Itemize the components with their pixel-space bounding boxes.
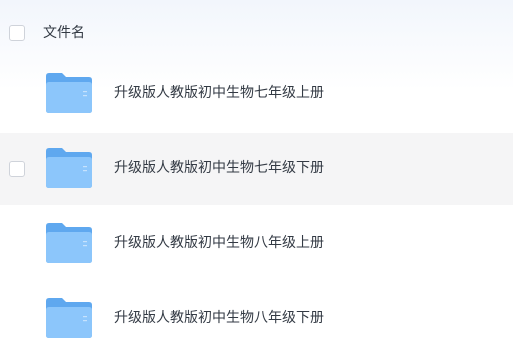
file-row[interactable]: 升级版人教版初中生物八年级上册 <box>0 208 513 280</box>
file-list: 文件名 升级版人教版初中生物七年级上册 升级版人教版初中生物七年级下册 升级版人… <box>0 0 513 358</box>
folder-icon <box>46 148 92 188</box>
folder-icon <box>46 298 92 338</box>
file-name[interactable]: 升级版人教版初中生物八年级上册 <box>114 234 324 252</box>
folder-icon <box>46 223 92 263</box>
column-header-filename[interactable]: 文件名 <box>43 24 85 42</box>
file-row[interactable]: 升级版人教版初中生物七年级上册 <box>0 58 513 130</box>
file-name[interactable]: 升级版人教版初中生物八年级下册 <box>114 309 324 327</box>
row-checkbox[interactable] <box>9 161 25 177</box>
file-name[interactable]: 升级版人教版初中生物七年级下册 <box>114 159 324 177</box>
file-row[interactable]: 升级版人教版初中生物八年级下册 <box>0 283 513 355</box>
list-header: 文件名 <box>0 8 513 58</box>
file-name[interactable]: 升级版人教版初中生物七年级上册 <box>114 84 324 102</box>
file-row[interactable]: 升级版人教版初中生物七年级下册 <box>0 133 513 205</box>
folder-icon <box>46 73 92 113</box>
select-all-checkbox[interactable] <box>9 25 25 41</box>
